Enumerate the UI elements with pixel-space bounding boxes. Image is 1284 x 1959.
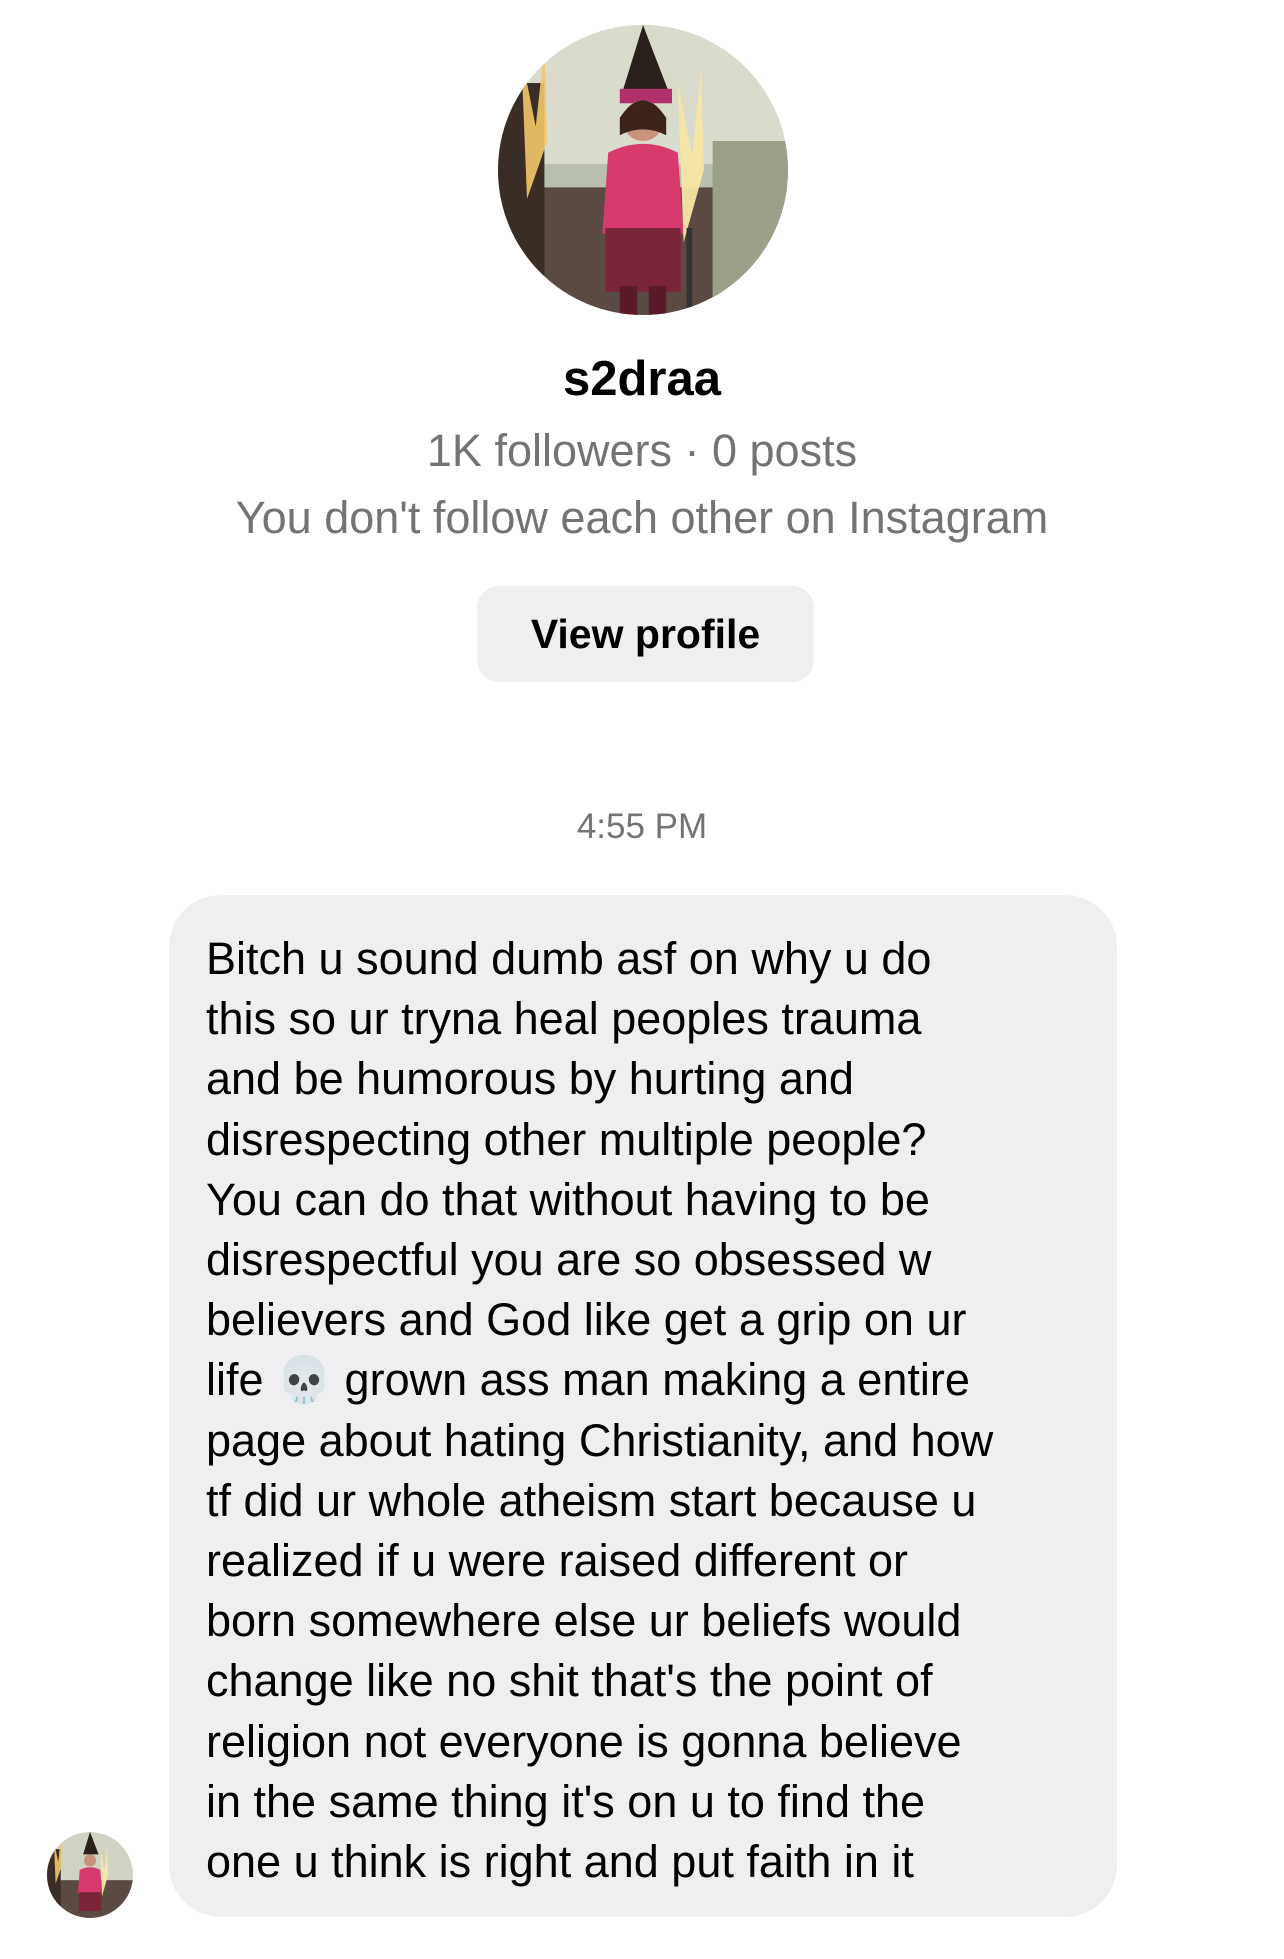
sender-photo <box>47 1832 133 1918</box>
profile-avatar[interactable] <box>498 25 788 315</box>
profile-photo <box>498 25 788 315</box>
message-timestamp: 4:55 PM <box>576 807 708 846</box>
message-bubble[interactable]: Bitch u sound dumb asf on why u do this … <box>169 895 1117 1917</box>
message-text: Bitch u sound dumb asf on why u do this … <box>206 933 994 1888</box>
follow-status: You don't follow each other on Instagram <box>235 492 1049 543</box>
view-profile-button[interactable]: View profile <box>477 586 814 682</box>
sender-avatar[interactable] <box>47 1832 133 1918</box>
profile-username: s2draa <box>562 352 721 406</box>
profile-stats: 1K followers · 0 posts <box>426 425 858 476</box>
